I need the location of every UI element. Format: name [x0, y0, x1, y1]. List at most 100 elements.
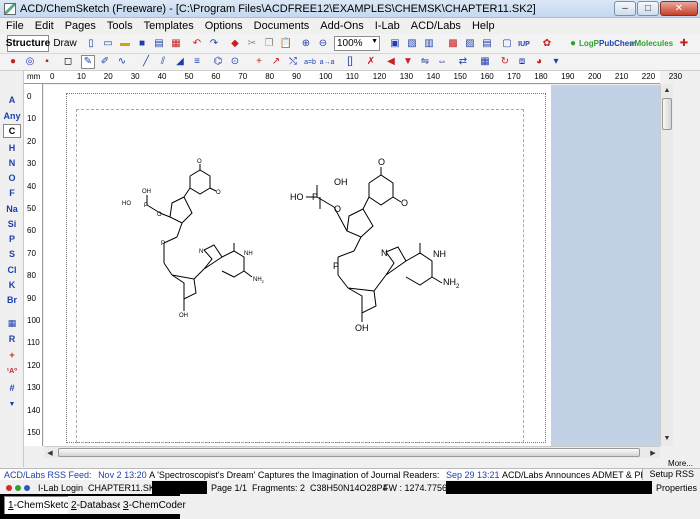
bond-wedge-icon[interactable]: ◢ — [173, 55, 187, 69]
bond-single-icon[interactable]: ╱ — [139, 55, 153, 69]
rss-item-2-date[interactable]: Sep 29 13:21 — [442, 470, 500, 480]
stereo-icon[interactable]: ◕ — [532, 55, 546, 69]
menu-help[interactable]: Help — [472, 20, 495, 32]
structure-right[interactable] — [306, 167, 443, 322]
draw-mode-button[interactable]: Draw — [52, 35, 78, 52]
document-page[interactable]: OH HO P O P O O N NH NH2 OH OH HO P O P … — [44, 85, 551, 446]
atom-any[interactable]: Any — [3, 109, 21, 123]
zoom-out-icon[interactable]: ⊖ — [316, 37, 330, 51]
molecule-icon[interactable]: ✿ — [540, 37, 554, 51]
lasso-icon[interactable]: ▧ — [405, 37, 419, 51]
bond-double-icon[interactable]: ⫽ — [156, 55, 170, 69]
draw-continuous-icon[interactable]: ✐ — [98, 55, 112, 69]
nmr-icon[interactable]: ▨ — [463, 37, 477, 51]
templates-icon[interactable]: ▦ — [169, 37, 183, 51]
menu-options[interactable]: Options — [205, 20, 243, 32]
chain-icon[interactable]: ∿ — [115, 55, 129, 69]
select-move-icon[interactable]: ▪ — [40, 55, 54, 69]
calculate-icon[interactable]: ⧈ — [515, 55, 529, 69]
drawing-canvas[interactable]: OH HO P O P O O N NH NH2 OH OH HO P O P … — [44, 85, 660, 446]
tautomers-icon[interactable]: ⇄ — [456, 55, 470, 69]
rss-item-1-date[interactable]: Nov 2 13:20 — [94, 470, 147, 480]
emolecules-label[interactable]: eMolecules — [630, 39, 673, 48]
bond-triple-icon[interactable]: ≡ — [190, 55, 204, 69]
copy-to-3d-icon[interactable]: ▦ — [478, 55, 492, 69]
menu-ilab[interactable]: I-Lab — [375, 20, 400, 32]
table-icon[interactable]: ▥ — [422, 37, 436, 51]
iupac-name-icon[interactable]: IUP — [517, 37, 531, 51]
isotope-icon[interactable]: ¹A⁰ — [3, 364, 21, 378]
close-button[interactable]: ✕ — [660, 1, 698, 16]
atom-k[interactable]: K — [3, 278, 21, 292]
redo-icon[interactable]: ↷ — [207, 37, 221, 51]
vertical-scroll-thumb[interactable] — [662, 98, 672, 130]
draw-normal-icon[interactable]: ✎ — [81, 55, 95, 69]
scroll-up-icon[interactable]: ▲ — [662, 85, 672, 96]
addon-icon[interactable]: ✚ — [677, 37, 691, 51]
atom-cl[interactable]: Cl — [3, 263, 21, 277]
check-icon[interactable]: ✗ — [364, 55, 378, 69]
ilab-login-button[interactable]: I-Lab Login — [38, 481, 83, 494]
rss-label[interactable]: ACD/Labs RSS Feed: — [0, 470, 92, 480]
atom-c[interactable]: C — [3, 124, 21, 138]
atom-si[interactable]: Si — [3, 217, 21, 231]
atom-o[interactable]: O — [3, 171, 21, 185]
show-page-icon[interactable]: ▣ — [388, 37, 402, 51]
open-folder-icon[interactable]: ▬ — [118, 37, 132, 51]
numbering-icon[interactable]: a=b — [303, 55, 317, 69]
menu-documents[interactable]: Documents — [254, 20, 310, 32]
numbering-hash-icon[interactable]: # — [3, 381, 21, 395]
select-atom-icon[interactable]: ● — [6, 55, 20, 69]
atom-na[interactable]: Na — [3, 202, 21, 216]
scroll-down-icon[interactable]: ▼ — [662, 433, 672, 444]
menu-templates[interactable]: Templates — [144, 20, 194, 32]
menu-acdlabs[interactable]: ACD/Labs — [411, 20, 461, 32]
scroll-left-icon[interactable]: ◀ — [45, 447, 55, 458]
atom-f[interactable]: F — [3, 186, 21, 200]
reaction-icon[interactable]: ⤭ — [286, 55, 300, 69]
print-icon[interactable]: ▤ — [152, 37, 166, 51]
logp-label[interactable]: LogP — [579, 39, 599, 48]
structure-mode-button[interactable]: Structure — [6, 35, 50, 52]
refresh-icon[interactable]: ↻ — [498, 55, 512, 69]
properties-button[interactable]: Properties — [656, 481, 697, 494]
menu-add-ons[interactable]: Add-Ons — [320, 20, 363, 32]
brackets-icon[interactable]: [] — [343, 55, 357, 69]
charge-plus-icon[interactable]: + — [252, 55, 266, 69]
eraser-icon[interactable]: ◆ — [228, 37, 242, 51]
r-group-icon[interactable]: R — [3, 332, 21, 346]
rotate-icon[interactable]: ◎ — [23, 55, 37, 69]
menu-tools[interactable]: Tools — [107, 20, 133, 32]
tab-chemcoder[interactable]: 3 -ChemCoder — [120, 496, 189, 514]
menu-file[interactable]: File — [6, 20, 24, 32]
more-tools-icon[interactable]: ▾ — [549, 55, 563, 69]
copy-icon[interactable]: ❐ — [262, 37, 276, 51]
zoom-select[interactable]: 100% ▼ — [334, 36, 380, 51]
align-icon[interactable]: ⇋ — [418, 55, 432, 69]
vertical-scrollbar[interactable]: ▲ ▼ — [660, 84, 673, 446]
cut-icon[interactable]: ✂ — [245, 37, 259, 51]
new-page-icon[interactable]: ▯ — [84, 37, 98, 51]
logp-icon[interactable]: ● — [566, 37, 580, 51]
atom-br[interactable]: Br — [3, 293, 21, 307]
dictionary-icon[interactable]: ▤ — [480, 37, 494, 51]
clean-icon[interactable]: ⊙ — [228, 55, 242, 69]
palette-chevron-icon[interactable]: ▼ — [3, 397, 21, 411]
rss-item-1-text[interactable]: A 'Spectroscopist's Dream' Captures the … — [149, 470, 439, 480]
zoom-in-icon[interactable]: ⊕ — [299, 37, 313, 51]
minimize-button[interactable]: – — [614, 1, 636, 16]
horizontal-scrollbar[interactable]: ◀ ▶ — [44, 446, 660, 458]
3d-viewer-icon[interactable]: ▢ — [500, 37, 514, 51]
atom-mapping-icon[interactable]: a→a — [320, 55, 335, 69]
atom-a[interactable]: A — [3, 93, 21, 107]
save-icon[interactable]: ■ — [135, 37, 149, 51]
paste-icon[interactable]: 📋 — [279, 37, 293, 51]
chart-icon[interactable]: ▩ — [446, 37, 460, 51]
menu-pages[interactable]: Pages — [65, 20, 96, 32]
ring-icon[interactable]: ⌬ — [211, 55, 225, 69]
structure-left[interactable] — [146, 164, 253, 311]
menu-edit[interactable]: Edit — [35, 20, 54, 32]
3d-optimize-icon[interactable]: ⇔ — [435, 55, 449, 69]
horizontal-scroll-thumb[interactable] — [58, 448, 640, 457]
periodic-table-icon[interactable]: ▦ — [3, 316, 21, 330]
